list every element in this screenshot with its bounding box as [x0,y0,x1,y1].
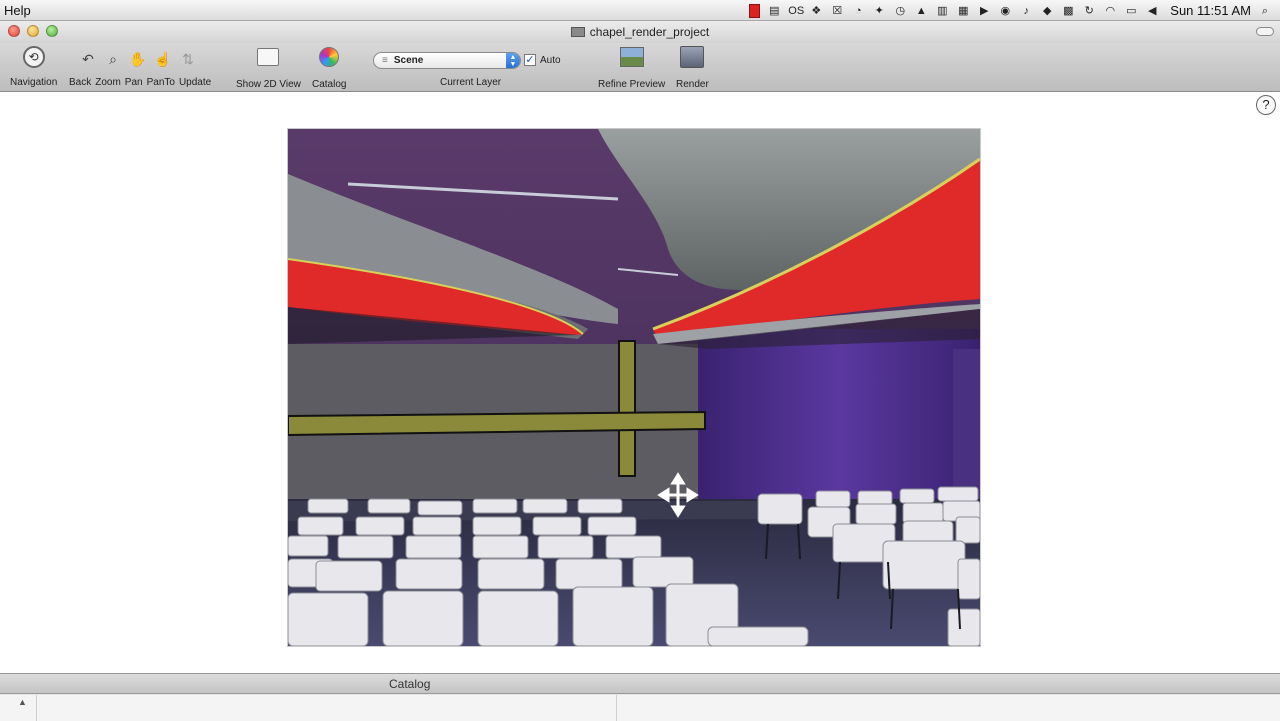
zoom-icon[interactable]: ⌕ [105,51,121,67]
menubar-clock[interactable]: Sun 11:51 AM [1170,3,1251,18]
os-icon[interactable]: OS [788,4,804,18]
checkmark-icon[interactable]: ✓ [524,54,536,66]
panto-label[interactable]: PanTo [147,77,175,88]
notes-icon[interactable]: ▦ [956,4,970,18]
zoom-label[interactable]: Zoom [95,77,121,88]
show-2d-view-button[interactable]: Show 2D View [236,46,301,90]
red-status-icon[interactable] [749,3,761,18]
status-tray: ▤ OS ❖ ☒ ◔ ✦ ◷ ▲ ▥ ▦ ▶ ◉ ♪ ◆ ▩ ↻ ◠ ▭ ◀ S… [749,0,1272,21]
dropbox-icon[interactable]: ❖ [809,4,823,18]
pan-icon[interactable]: ✋ [129,51,146,67]
refine-preview-button[interactable]: Refine Preview [598,46,665,90]
update-label[interactable]: Update [179,77,211,88]
navigation-icon: ⟲ [22,46,45,68]
play-icon[interactable]: ▶ [977,4,991,18]
minimize-button[interactable] [27,25,39,37]
refine-preview-label: Refine Preview [598,79,666,90]
catalog-bar-label: Catalog [389,677,431,691]
back-label[interactable]: Back [69,77,91,88]
sync-icon[interactable]: ↻ [1082,4,1096,18]
list-icon[interactable]: ▤ [767,4,781,18]
zoom-button[interactable] [46,25,58,37]
wifi-icon[interactable]: ◠ [1103,4,1117,18]
toolbar: ⟲ Navigation ↶ ⌕ ✋ ☝ ⇅ Back Zoom Pan Pan… [0,43,1280,92]
book-icon[interactable]: ▥ [935,4,949,18]
window-titlebar: chapel_render_project [0,21,1280,43]
back-icon[interactable]: ↶ [80,51,96,67]
window-controls [8,25,58,37]
window-title: chapel_render_project [589,25,710,39]
current-layer-value: Scene [393,55,424,66]
hat-icon[interactable]: ▲ [914,4,928,18]
update-icon[interactable]: ⇅ [180,51,196,67]
record-icon[interactable]: ◉ [998,4,1012,18]
close-box-icon[interactable]: ☒ [830,4,844,18]
help-button[interactable]: ? [1256,95,1276,115]
render-button[interactable]: Render [676,46,709,90]
catalog-bar[interactable]: Catalog [0,674,1280,694]
select-arrows-icon: ▲ ▼ [506,53,520,68]
landscape-icon [619,47,644,67]
chapel-render-image [288,129,980,646]
show-2d-view-label: Show 2D View [236,79,301,90]
panto-icon[interactable]: ☝ [154,51,171,67]
volume-icon[interactable]: ◀ [1145,4,1159,18]
search-icon[interactable]: ⌕ [1258,4,1272,18]
grid-icon[interactable]: ▩ [1061,4,1075,18]
battery-icon[interactable]: ▭ [1124,4,1138,18]
navigation-button[interactable]: ⟲ Navigation [10,46,57,88]
catalog-button[interactable]: Catalog [312,46,346,90]
pan-label[interactable]: Pan [125,77,143,88]
evernote-icon[interactable]: ◆ [1040,4,1054,18]
catalog-column [0,695,37,721]
2d-view-icon [257,48,280,66]
current-layer-label: Current Layer [440,77,502,88]
document-icon [570,27,585,37]
catalog-panel-region: Catalog ▲ [0,673,1280,721]
close-button[interactable] [8,25,20,37]
catalog-label: Catalog [312,79,347,90]
menu-help[interactable]: Help [0,3,31,18]
dropbox-icon-2[interactable]: ✦ [872,4,886,18]
navigation-label: Navigation [10,77,58,88]
menu-bar: Help ▤ OS ❖ ☒ ◔ ✦ ◷ ▲ ▥ ▦ ▶ ◉ ♪ ◆ ▩ ↻ ◠ … [0,0,1280,21]
nav-tool-labels: Back Zoom Pan PanTo Update [69,77,211,88]
current-layer-select[interactable]: ≡ Scene ▲ ▼ [373,52,521,69]
render-label: Render [676,79,709,90]
toolbar-toggle-button[interactable] [1256,27,1274,36]
clock-arrow-icon[interactable]: ◔ [851,4,865,18]
layer-grip-icon: ≡ [382,55,388,66]
auto-label: Auto [540,54,561,66]
timer-icon[interactable]: ◷ [893,4,907,18]
palette-icon [319,47,340,67]
render-viewport[interactable] [287,128,981,647]
render-icon [680,46,705,68]
auto-checkbox[interactable]: ✓ Auto [524,54,561,66]
nav-tools: ↶ ⌕ ✋ ☝ ⇅ [80,51,196,67]
catalog-column [37,695,617,721]
catalog-panel: ▲ [0,695,1280,721]
bell-icon[interactable]: ♪ [1019,4,1033,18]
